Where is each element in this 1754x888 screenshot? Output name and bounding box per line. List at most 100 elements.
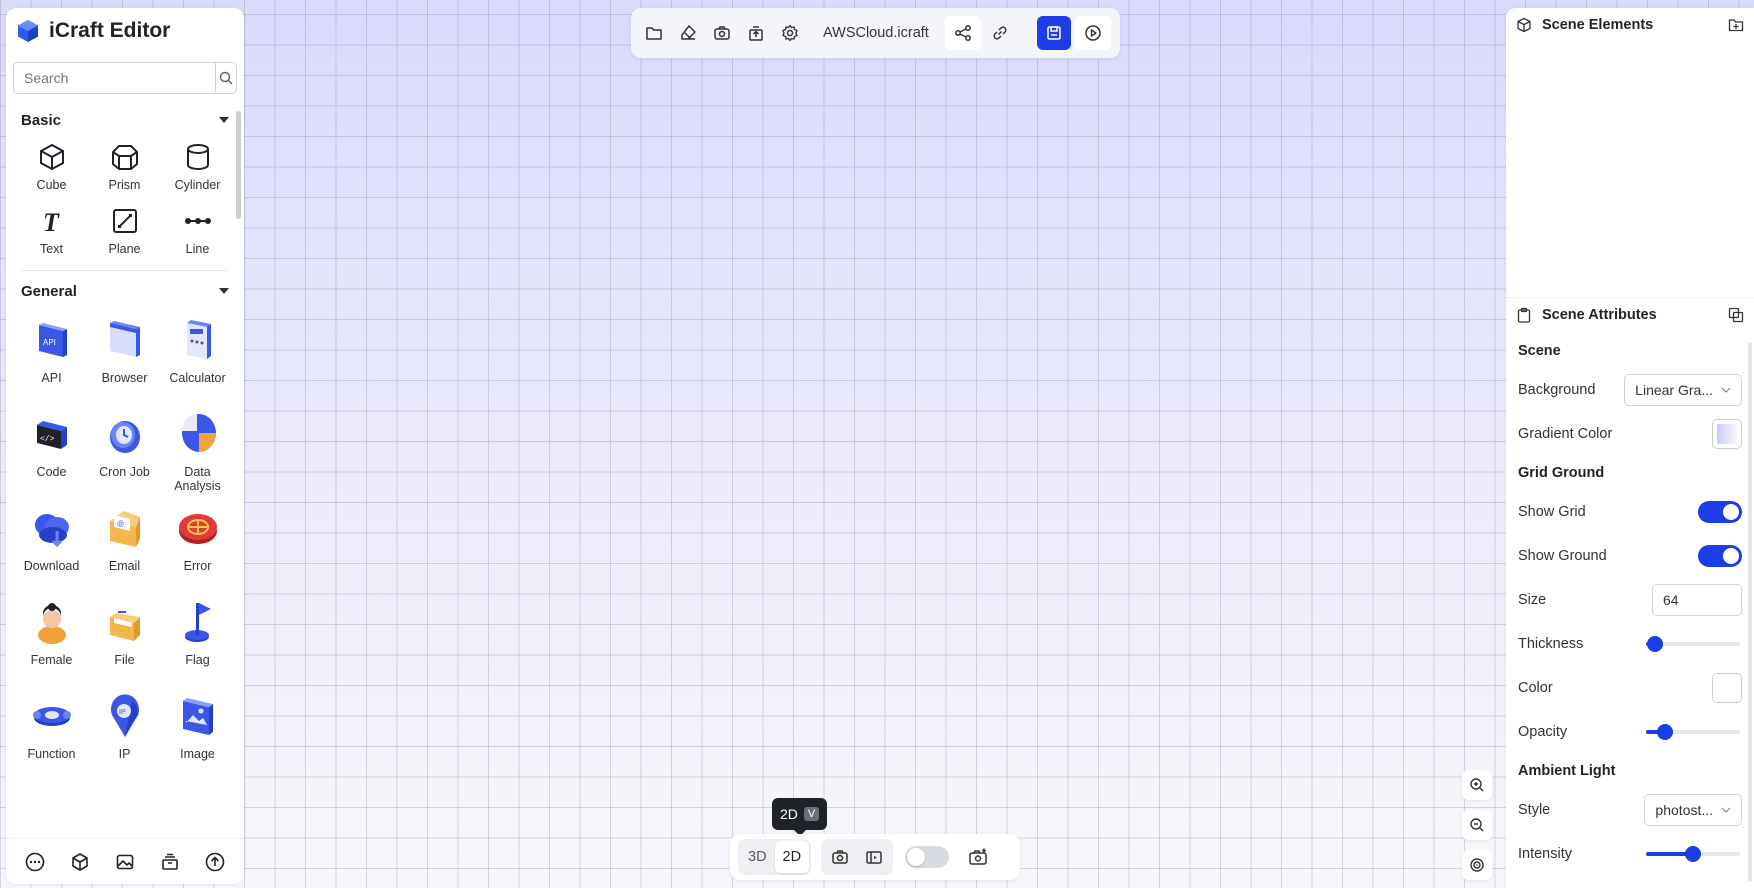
gradient-color-swatch[interactable]	[1712, 419, 1742, 449]
link-button[interactable]	[985, 16, 1015, 50]
share-button[interactable]	[944, 16, 981, 50]
search-button[interactable]	[215, 63, 236, 93]
right-scrollbar[interactable]	[1748, 342, 1752, 882]
search-input[interactable]	[14, 63, 215, 93]
item-ip[interactable]: IP IP	[88, 689, 161, 783]
item-calculator[interactable]: Calculator	[161, 313, 234, 407]
zoom-in-button[interactable]	[1462, 770, 1492, 800]
zoom-out-icon	[1470, 818, 1484, 832]
item-email[interactable]: @ Email	[88, 501, 161, 595]
item-flag[interactable]: Flag	[161, 595, 234, 689]
browser-icon	[109, 321, 140, 357]
clipboard-icon	[1517, 307, 1531, 323]
models-button[interactable]	[68, 850, 92, 874]
size-input[interactable]: 64	[1652, 584, 1742, 616]
file-name[interactable]: AWSCloud.icraft	[809, 25, 941, 41]
item-error[interactable]: Error	[161, 501, 234, 595]
chevron-down-icon	[219, 288, 229, 294]
show-ground-row: Show Ground	[1518, 534, 1742, 578]
export-button[interactable]	[741, 16, 771, 50]
show-grid-toggle[interactable]	[1698, 501, 1742, 523]
show-ground-label: Show Ground	[1518, 548, 1607, 564]
style-select[interactable]: photost...	[1644, 794, 1742, 826]
mode-tooltip: 2D V	[772, 798, 828, 836]
item-browser[interactable]: Browser	[88, 313, 161, 407]
canvas-grid[interactable]	[0, 0, 1754, 888]
item-cylinder[interactable]: Cylinder	[161, 138, 234, 202]
show-ground-toggle[interactable]	[1698, 545, 1742, 567]
right-panel: Scene Elements Scene Attributes Scene Ba…	[1506, 8, 1754, 888]
show-grid-row: Show Grid	[1518, 490, 1742, 534]
layers-button[interactable]	[158, 850, 182, 874]
item-cron-job[interactable]: Cron Job	[88, 407, 161, 501]
cube-icon	[1517, 17, 1531, 33]
thickness-slider[interactable]	[1646, 636, 1740, 652]
category-general-header[interactable]: General	[6, 273, 244, 309]
style-label: Style	[1518, 802, 1551, 818]
item-api[interactable]: API API	[15, 313, 88, 407]
camera-icon	[832, 850, 848, 864]
sidebar-footer	[6, 838, 244, 884]
background-row: Background Linear Gra...	[1518, 368, 1742, 412]
sidebar-scrollbar[interactable]	[236, 111, 241, 219]
share-icon	[954, 25, 971, 41]
item-plane[interactable]: Plane	[88, 202, 161, 266]
svg-text:T: T	[43, 208, 60, 236]
save-button[interactable]	[1036, 16, 1071, 50]
item-cube[interactable]: Cube	[15, 138, 88, 202]
clear-button[interactable]	[673, 16, 703, 50]
svg-text:IP: IP	[119, 709, 126, 716]
prism-icon	[111, 145, 138, 170]
category-label: Basic	[21, 111, 62, 129]
mode-3d-button[interactable]: 3D	[740, 841, 775, 873]
section-grid-ground: Grid Ground	[1518, 465, 1605, 481]
add-folder-icon[interactable]	[1728, 17, 1744, 33]
divider	[21, 270, 229, 271]
item-download[interactable]: Download	[15, 501, 88, 595]
snapshot-settings-button[interactable]	[963, 840, 993, 874]
brand: iCraft Editor	[6, 8, 244, 54]
item-function[interactable]: Function	[15, 689, 88, 783]
opacity-slider[interactable]	[1646, 724, 1740, 740]
more-button[interactable]	[23, 850, 47, 874]
general-items: API API Browser Calculator </> Code Cron…	[6, 313, 244, 783]
item-line[interactable]: Line	[161, 202, 234, 266]
item-image[interactable]: Image	[161, 689, 234, 783]
grid-color-swatch[interactable]	[1712, 673, 1742, 703]
zoom-out-button[interactable]	[1462, 810, 1492, 840]
location-pin-icon: IP	[110, 694, 139, 737]
focus-button[interactable]	[1462, 850, 1492, 880]
app-title: iCraft Editor	[49, 19, 171, 42]
background-select[interactable]: Linear Gra...	[1624, 374, 1742, 406]
settings-button[interactable]	[775, 16, 805, 50]
zoom-in-icon	[1470, 778, 1484, 792]
item-female[interactable]: Female	[15, 595, 88, 689]
api-icon: API	[38, 323, 67, 357]
app-logo-icon	[18, 20, 38, 42]
images-button[interactable]	[113, 850, 137, 874]
capture-group	[821, 839, 894, 875]
error-icon	[178, 514, 217, 544]
video-icon	[866, 851, 882, 864]
capture-photo-button[interactable]	[823, 841, 857, 873]
intensity-slider[interactable]	[1646, 846, 1740, 862]
view-toggle-switch[interactable]	[905, 846, 950, 868]
open-file-button[interactable]	[639, 16, 669, 50]
play-button[interactable]	[1074, 16, 1111, 50]
link-icon	[993, 26, 1007, 40]
item-code[interactable]: </> Code	[15, 407, 88, 501]
play-icon	[1085, 25, 1101, 41]
screenshot-button[interactable]	[707, 16, 737, 50]
mode-2d-button[interactable]: 2D	[774, 841, 810, 873]
item-prism[interactable]: Prism	[88, 138, 161, 202]
item-data-analysis[interactable]: Data Analysis	[161, 407, 234, 501]
record-video-button[interactable]	[857, 841, 891, 873]
camera-settings-icon	[969, 848, 987, 865]
item-text[interactable]: T Text	[15, 202, 88, 266]
category-basic-header[interactable]: Basic	[6, 102, 244, 138]
chart-icon	[180, 414, 216, 452]
upload-button[interactable]	[203, 850, 227, 874]
copy-icon[interactable]	[1728, 307, 1744, 323]
item-file[interactable]: File	[88, 595, 161, 689]
thickness-label: Thickness	[1518, 636, 1584, 652]
